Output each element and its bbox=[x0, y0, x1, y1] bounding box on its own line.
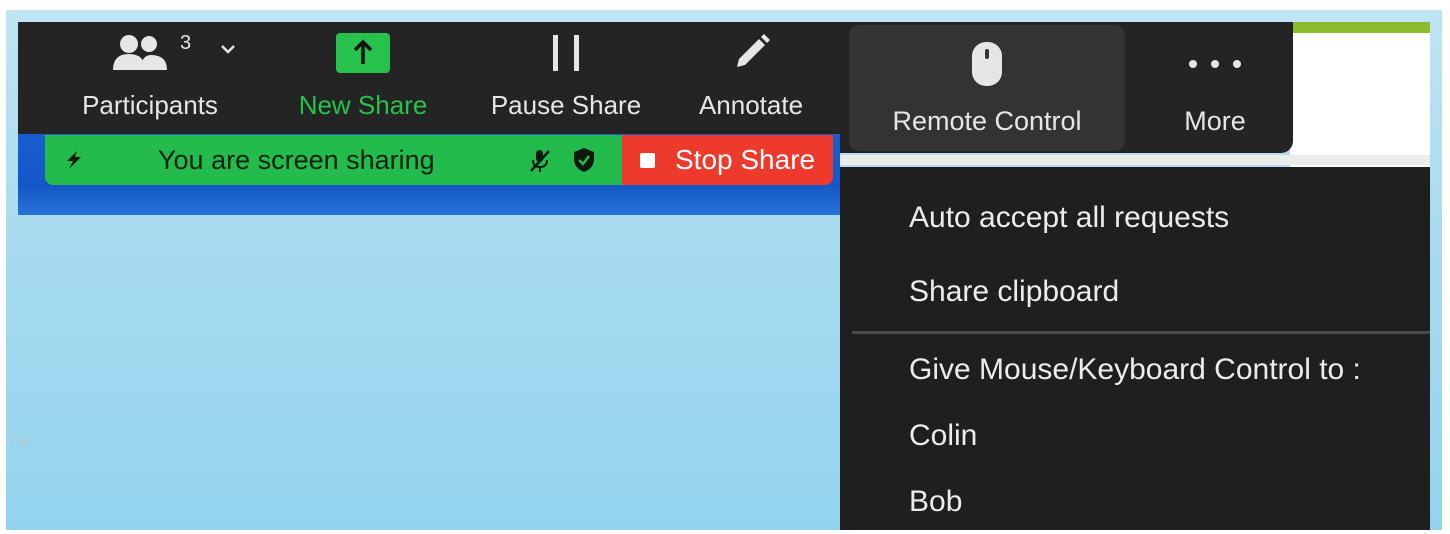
shield-icon bbox=[574, 148, 594, 172]
pencil-icon bbox=[737, 34, 770, 67]
pause-share-button[interactable]: Pause Share bbox=[486, 22, 646, 134]
snip-label: Snip bbox=[8, 435, 31, 447]
pause-icon bbox=[553, 35, 579, 71]
participants-icon bbox=[113, 35, 167, 70]
screen-sharing-banner[interactable]: You are screen sharing bbox=[45, 135, 623, 185]
mic-off-icon bbox=[530, 150, 550, 172]
stop-share-button[interactable]: Stop Share bbox=[622, 135, 833, 185]
new-share-label: New Share bbox=[298, 90, 428, 120]
chevron-down-icon[interactable] bbox=[220, 44, 236, 54]
share-toolbar: 3 Participants New Share Pause Share Ann… bbox=[18, 22, 848, 134]
remote-control-label: Remote Control bbox=[892, 106, 1082, 136]
pause-share-label: Pause Share bbox=[490, 90, 642, 120]
menu-divider bbox=[852, 331, 1430, 334]
background-window bbox=[1290, 22, 1430, 173]
menu-item-share-clipboard[interactable]: Share clipboard bbox=[909, 275, 1119, 309]
annotate-button[interactable]: Annotate bbox=[686, 22, 816, 134]
background-window-edge bbox=[840, 155, 1430, 165]
more-button[interactable]: More bbox=[1140, 25, 1290, 151]
more-label: More bbox=[1184, 106, 1246, 136]
share-toolbar-extended: Remote Control More bbox=[840, 22, 1293, 153]
annotate-label: Annotate bbox=[698, 90, 804, 120]
menu-item-participant[interactable]: Bob bbox=[909, 485, 962, 519]
more-dots-icon bbox=[1189, 60, 1241, 68]
mouse-icon bbox=[972, 42, 1002, 86]
menu-item-participant[interactable]: Colin bbox=[909, 419, 977, 453]
screen-sharing-text: You are screen sharing bbox=[158, 144, 435, 175]
remote-control-menu: Auto accept all requests Share clipboard… bbox=[840, 167, 1430, 530]
stop-square-icon bbox=[640, 153, 655, 168]
upload-arrow-icon bbox=[336, 33, 390, 73]
participants-label: Participants bbox=[82, 90, 218, 120]
stop-share-label: Stop Share bbox=[675, 144, 816, 175]
participants-count: 3 bbox=[180, 32, 192, 54]
new-share-button[interactable]: New Share bbox=[288, 22, 438, 134]
give-control-header: Give Mouse/Keyboard Control to : bbox=[909, 353, 1361, 386]
drag-handle-icon[interactable] bbox=[63, 149, 85, 171]
menu-item-auto-accept[interactable]: Auto accept all requests bbox=[909, 201, 1229, 235]
participants-button[interactable]: 3 Participants bbox=[70, 22, 235, 134]
remote-control-button[interactable]: Remote Control bbox=[849, 25, 1125, 151]
